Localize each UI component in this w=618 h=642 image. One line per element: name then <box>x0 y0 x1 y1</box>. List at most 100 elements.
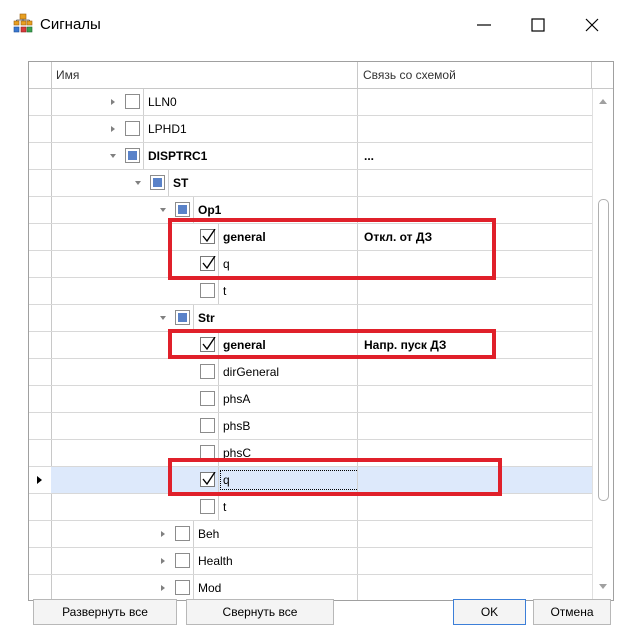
row-header[interactable] <box>29 413 52 439</box>
row-checkbox[interactable] <box>200 337 216 352</box>
name-cell[interactable]: general <box>51 332 358 358</box>
link-cell[interactable]: Откл. от ДЗ <box>358 224 592 250</box>
column-header-link[interactable]: Связь со схемой <box>358 62 592 88</box>
row-checkbox[interactable] <box>200 256 216 271</box>
tree-row[interactable]: general Напр. пуск ДЗ <box>29 332 592 359</box>
row-checkbox[interactable] <box>200 229 216 244</box>
row-header[interactable] <box>29 548 52 574</box>
expand-chevron-icon[interactable] <box>109 98 117 106</box>
link-cell[interactable] <box>358 494 592 520</box>
tree-row[interactable]: phsC <box>29 440 592 467</box>
tree-row[interactable]: t <box>29 278 592 305</box>
link-cell[interactable] <box>358 170 592 196</box>
row-checkbox[interactable] <box>125 148 140 163</box>
link-cell[interactable] <box>358 251 592 277</box>
row-checkbox[interactable] <box>200 391 215 406</box>
tree-row[interactable]: LPHD1 <box>29 116 592 143</box>
tree-row[interactable]: Str <box>29 305 592 332</box>
expand-chevron-icon[interactable] <box>109 125 117 133</box>
row-header[interactable] <box>29 521 52 547</box>
maximize-button[interactable] <box>518 8 558 42</box>
link-cell[interactable] <box>358 305 592 331</box>
signals-tree-grid[interactable]: Имя Связь со схемой LLN0 LPHD1 DISPTRC1...… <box>28 61 614 601</box>
row-header[interactable] <box>29 143 52 169</box>
row-checkbox[interactable] <box>200 283 215 298</box>
tree-row[interactable]: dirGeneral <box>29 359 592 386</box>
row-header[interactable] <box>29 575 52 600</box>
minimize-button[interactable] <box>464 8 504 42</box>
row-checkbox[interactable] <box>175 553 190 568</box>
name-cell[interactable]: q <box>51 251 358 277</box>
link-cell[interactable] <box>358 359 592 385</box>
row-checkbox[interactable] <box>175 526 190 541</box>
collapse-chevron-icon[interactable] <box>159 206 167 214</box>
row-header[interactable] <box>29 251 52 277</box>
tree-row[interactable]: DISPTRC1... <box>29 143 592 170</box>
expand-chevron-icon[interactable] <box>159 584 167 592</box>
row-header[interactable] <box>29 170 52 196</box>
collapse-chevron-icon[interactable] <box>109 152 117 160</box>
row-header[interactable] <box>29 467 52 493</box>
name-cell[interactable]: dirGeneral <box>51 359 358 385</box>
row-checkbox[interactable] <box>125 121 140 136</box>
name-cell[interactable]: LPHD1 <box>51 116 358 142</box>
tree-row[interactable]: ST <box>29 170 592 197</box>
row-header[interactable] <box>29 332 52 358</box>
tree-row[interactable]: q <box>29 251 592 278</box>
row-checkbox[interactable] <box>125 94 140 109</box>
row-header[interactable] <box>29 197 52 223</box>
row-header[interactable] <box>29 278 52 304</box>
row-header[interactable] <box>29 440 52 466</box>
link-cell[interactable] <box>358 548 592 574</box>
tree-row[interactable]: general Откл. от ДЗ <box>29 224 592 251</box>
name-cell[interactable]: Str <box>51 305 358 331</box>
name-cell[interactable]: Op1 <box>51 197 358 223</box>
name-cell[interactable]: ST <box>51 170 358 196</box>
expand-chevron-icon[interactable] <box>159 530 167 538</box>
ok-button[interactable]: OK <box>453 599 526 625</box>
link-cell[interactable]: Напр. пуск ДЗ <box>358 332 592 358</box>
row-header[interactable] <box>29 386 52 412</box>
row-header[interactable] <box>29 224 52 250</box>
column-header-name[interactable]: Имя <box>51 62 358 88</box>
row-header[interactable] <box>29 359 52 385</box>
name-cell[interactable]: q <box>51 467 375 493</box>
name-cell[interactable]: phsC <box>51 440 358 466</box>
scroll-thumb[interactable] <box>598 199 609 501</box>
tree-row[interactable]: Beh <box>29 521 592 548</box>
collapse-all-button[interactable]: Свернуть все <box>186 599 334 625</box>
name-cell[interactable]: general <box>51 224 358 250</box>
tree-row[interactable]: q <box>29 467 592 494</box>
row-header[interactable] <box>29 305 52 331</box>
name-cell[interactable]: t <box>51 278 358 304</box>
link-cell[interactable] <box>358 278 592 304</box>
expand-chevron-icon[interactable] <box>159 557 167 565</box>
link-cell[interactable] <box>358 521 592 547</box>
link-cell[interactable] <box>358 197 592 223</box>
name-cell[interactable]: t <box>51 494 358 520</box>
name-cell[interactable]: DISPTRC1 <box>51 143 358 169</box>
name-cell[interactable]: LLN0 <box>51 89 358 115</box>
collapse-chevron-icon[interactable] <box>159 314 167 322</box>
row-header[interactable] <box>29 89 52 115</box>
name-cell[interactable]: Beh <box>51 521 358 547</box>
row-checkbox[interactable] <box>200 499 215 514</box>
row-checkbox[interactable] <box>175 202 190 217</box>
expand-all-button[interactable]: Развернуть все <box>33 599 177 625</box>
row-checkbox[interactable] <box>150 175 165 190</box>
tree-row[interactable]: Mod <box>29 575 592 600</box>
cancel-button[interactable]: Отмена <box>533 599 611 625</box>
tree-row[interactable]: LLN0 <box>29 89 592 116</box>
link-cell[interactable] <box>358 116 592 142</box>
row-checkbox[interactable] <box>200 418 215 433</box>
row-checkbox[interactable] <box>175 580 190 595</box>
vertical-scrollbar[interactable] <box>592 89 613 599</box>
tree-row[interactable]: Op1 <box>29 197 592 224</box>
scroll-down-icon[interactable] <box>599 584 607 589</box>
row-checkbox[interactable] <box>200 472 216 487</box>
tree-row[interactable]: phsB <box>29 413 592 440</box>
tree-row[interactable]: Health <box>29 548 592 575</box>
link-cell[interactable] <box>358 386 592 412</box>
link-cell[interactable] <box>358 440 592 466</box>
link-cell[interactable] <box>358 89 592 115</box>
